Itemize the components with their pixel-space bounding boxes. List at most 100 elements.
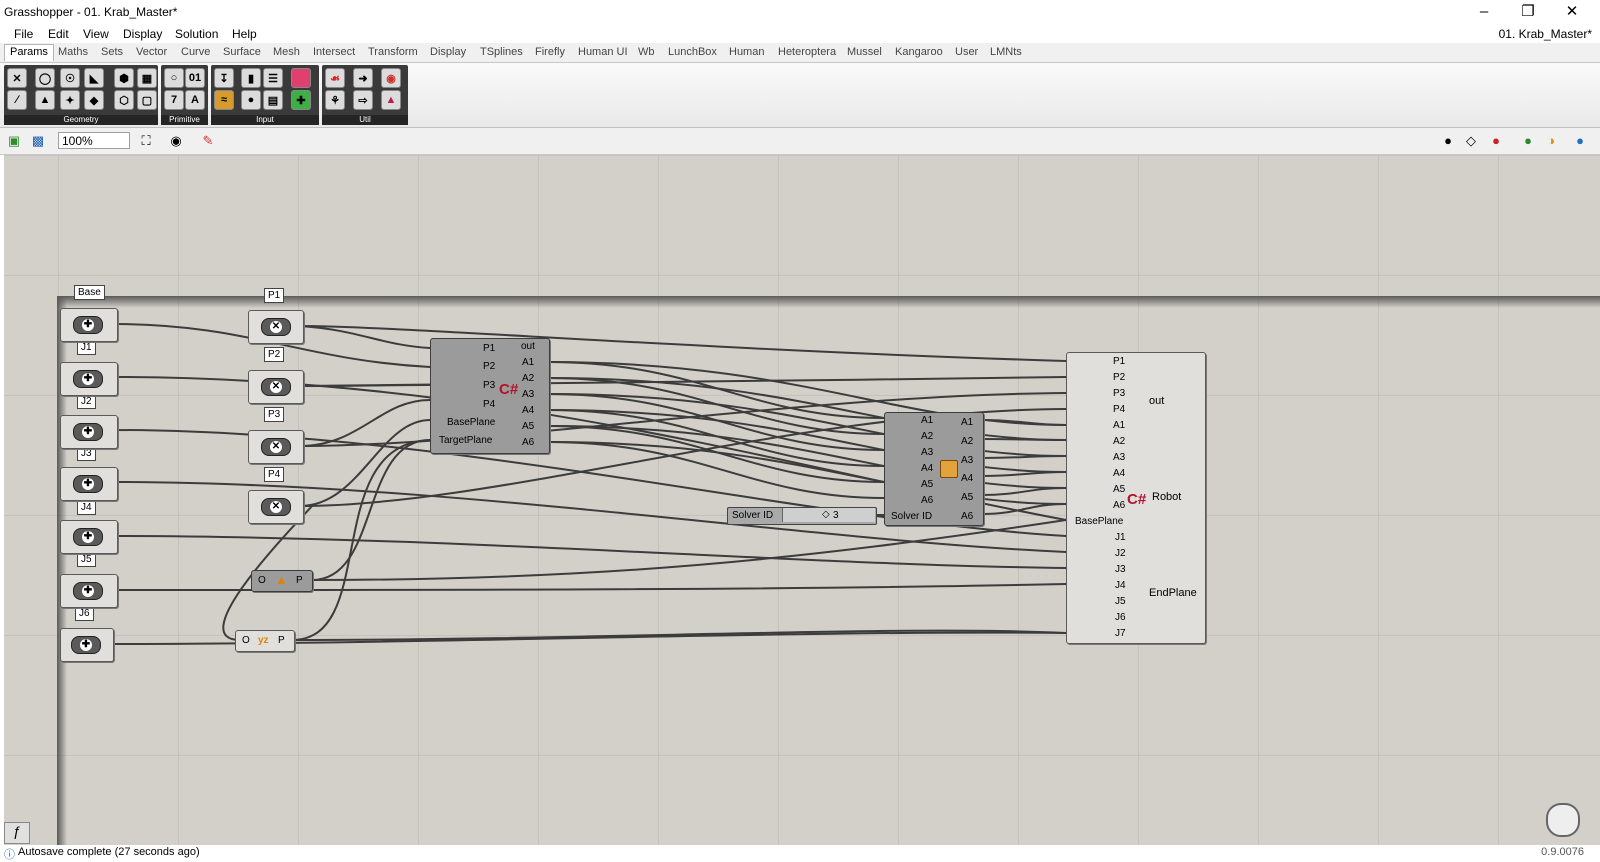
circle-param-icon[interactable]: ◯ (35, 68, 55, 88)
angle-param-j5[interactable]: ✚ (60, 574, 118, 608)
relay-arrow-icon[interactable]: ⇨ (353, 90, 373, 110)
tab-lunchbox[interactable]: LunchBox (668, 46, 717, 58)
tab-curve[interactable]: Curve (181, 46, 210, 58)
cluster-input-a4[interactable]: A4 (921, 463, 933, 474)
robot-output-endplane[interactable]: EndPlane (1149, 587, 1197, 599)
grasshopper-canvas[interactable] (0, 155, 1600, 845)
data-input-icon[interactable]: ↧ (214, 68, 234, 88)
cluster-output-a4[interactable]: A4 (961, 473, 973, 484)
tree-icon[interactable]: ⚘ (325, 90, 345, 110)
tab-mussel[interactable]: Mussel (847, 46, 882, 58)
number-param-icon[interactable]: 7 (164, 90, 184, 110)
plane-param-icon[interactable]: ▲ (35, 90, 55, 110)
point-param-p3[interactable]: ✕ (248, 430, 304, 464)
tab-heteroptera[interactable]: Heteroptera (778, 46, 836, 58)
robot-input-p2[interactable]: P2 (1113, 372, 1125, 383)
cs1-input-p4[interactable]: P4 (483, 399, 495, 410)
cs1-output-a6[interactable]: A6 (522, 437, 534, 448)
cluster-input-solver-id[interactable]: Solver ID (891, 511, 932, 522)
robot-input-j6[interactable]: J6 (1115, 612, 1126, 623)
list-icon[interactable]: ☰ (263, 68, 283, 88)
robot-input-a2[interactable]: A2 (1113, 436, 1125, 447)
point-param-p2[interactable]: ✕ (248, 370, 304, 404)
robot-input-p3[interactable]: P3 (1113, 388, 1125, 399)
plane1-input-o[interactable]: O (258, 575, 266, 586)
cs1-output-a3[interactable]: A3 (522, 389, 534, 400)
cs1-output-a1[interactable]: A1 (522, 357, 534, 368)
tab-kangaroo[interactable]: Kangaroo (895, 46, 943, 58)
vector-param-icon[interactable]: ◆ (84, 90, 104, 110)
plane-component-1[interactable]: O ▲ P (251, 570, 313, 592)
robot-input-j7[interactable]: J7 (1115, 628, 1126, 639)
csharp-component-ik[interactable]: P1 P2 P3 P4 BasePlane TargetPlane C# out… (430, 338, 550, 454)
robot-input-a4[interactable]: A4 (1113, 468, 1125, 479)
save-icon[interactable]: ▩ (30, 133, 46, 149)
point-param-icon[interactable]: ✦ (60, 90, 80, 110)
cs1-output-out[interactable]: out (521, 341, 535, 352)
robot-input-j1[interactable]: J1 (1115, 532, 1126, 543)
robot-output-out[interactable]: out (1149, 395, 1164, 407)
plane2-output-p[interactable]: P (278, 635, 285, 646)
tab-sets[interactable]: Sets (101, 46, 123, 58)
robot-input-baseplane[interactable]: BasePlane (1075, 516, 1123, 527)
cluster-output-a1[interactable]: A1 (961, 417, 973, 428)
document-preview-icon[interactable]: ● (1520, 133, 1536, 149)
robot-input-j3[interactable]: J3 (1115, 564, 1126, 575)
preview-wire-icon[interactable]: ● (1440, 133, 1456, 149)
arc-param-icon[interactable]: ◣ (84, 68, 104, 88)
zoom-extents-icon[interactable]: ⛶ (138, 133, 154, 149)
menu-file[interactable]: File (14, 27, 33, 41)
open-icon[interactable]: ▣ (6, 133, 22, 149)
preview-shaded-icon[interactable]: ◇ (1463, 133, 1479, 149)
tab-display[interactable]: Display (430, 46, 466, 58)
cs1-input-p1[interactable]: P1 (483, 343, 495, 354)
csharp-component-robot[interactable]: P1 P2 P3 P4 A1 A2 A3 A4 A5 A6 BasePlane … (1066, 352, 1206, 644)
panel-icon[interactable]: ▤ (263, 90, 283, 110)
tab-firefly[interactable]: Firefly (535, 46, 565, 58)
cs1-output-a5[interactable]: A5 (522, 421, 534, 432)
button-input-icon[interactable]: ● (241, 90, 261, 110)
cluster-input-a3[interactable]: A3 (921, 447, 933, 458)
angle-param-j1[interactable]: ✚ (60, 362, 118, 396)
robot-input-p4[interactable]: P4 (1113, 404, 1125, 415)
plane1-output-p[interactable]: P (296, 575, 303, 586)
sketch-icon[interactable]: ✎ (200, 133, 216, 149)
line-param-icon[interactable]: ∕ (7, 90, 27, 110)
slider-grip-icon[interactable]: ◇ (822, 509, 830, 520)
tab-tsplines[interactable]: TSplines (480, 46, 523, 58)
cs1-input-targetplane[interactable]: TargetPlane (439, 435, 492, 446)
angle-param-j3[interactable]: ✚ (60, 467, 118, 501)
robot-input-p1[interactable]: P1 (1113, 356, 1125, 367)
close-button[interactable]: ✕ (1550, 2, 1594, 22)
cluster-input-a1[interactable]: A1 (921, 415, 933, 426)
tab-user[interactable]: User (955, 46, 978, 58)
cluster-input-a6[interactable]: A6 (921, 495, 933, 506)
material-icon[interactable]: ◑ (1543, 133, 1559, 149)
tab-mesh[interactable]: Mesh (273, 46, 300, 58)
plane-component-2[interactable]: O yz P (235, 630, 295, 652)
cluster-component[interactable]: A1 A2 A3 A4 A5 A6 Solver ID A1 A2 A3 A4 … (884, 412, 984, 526)
brep-param-icon[interactable]: ⬢ (114, 68, 134, 88)
point-param-p4[interactable]: ✕ (248, 490, 304, 524)
menu-view[interactable]: View (83, 27, 109, 41)
tab-params[interactable]: Params (4, 44, 54, 61)
preview-eye-icon[interactable]: ◉ (168, 133, 184, 149)
tab-intersect[interactable]: Intersect (313, 46, 355, 58)
tab-vector[interactable]: Vector (136, 46, 167, 58)
tab-surface[interactable]: Surface (223, 46, 261, 58)
text-param-icon[interactable]: A (185, 90, 205, 110)
menu-solution[interactable]: Solution (175, 27, 218, 41)
tab-maths[interactable]: Maths (58, 46, 88, 58)
cs1-input-baseplane[interactable]: BasePlane (447, 417, 495, 428)
robot-input-j5[interactable]: J5 (1115, 596, 1126, 607)
tab-lmnts[interactable]: LMNts (990, 46, 1022, 58)
surface-param-icon[interactable]: ⬡ (114, 90, 134, 110)
cs1-input-p2[interactable]: P2 (483, 361, 495, 372)
gradient-icon[interactable] (291, 68, 311, 88)
tab-wb[interactable]: Wb (638, 46, 655, 58)
robot-input-a5[interactable]: A5 (1113, 484, 1125, 495)
point-param-p1[interactable]: ✕ (248, 310, 304, 344)
menu-help[interactable]: Help (232, 27, 257, 41)
robot-output-robot[interactable]: Robot (1152, 491, 1181, 503)
minimize-button[interactable]: – (1462, 2, 1506, 22)
